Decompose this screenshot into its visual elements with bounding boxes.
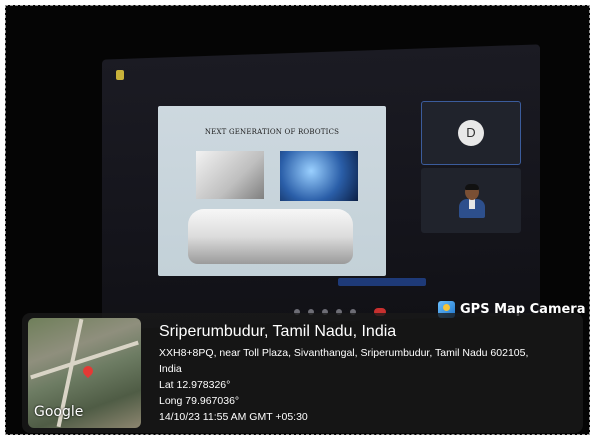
location-title: Sriperumbudur, Tamil Nadu, India <box>159 323 397 340</box>
mini-map: Google <box>28 318 141 428</box>
caption-bar <box>338 278 426 286</box>
meeting-title-bar <box>116 68 516 84</box>
slide-title: NEXT GENERATION OF ROBOTICS <box>204 128 340 136</box>
participant-avatar: D <box>458 120 484 146</box>
address-line-1: XXH8+8PQ, near Toll Plaza, Sivanthangal,… <box>159 347 529 359</box>
participant-video-person <box>459 184 485 218</box>
longitude: Long 79.967036° <box>159 395 240 407</box>
meeting-app-icon <box>116 70 124 80</box>
latitude: Lat 12.978326° <box>159 379 231 391</box>
address-line-2: India <box>159 363 182 375</box>
presentation-slide: NEXT GENERATION OF ROBOTICS <box>158 106 386 276</box>
map-pin-icon <box>80 363 96 379</box>
slide-image-robot-hand <box>196 151 264 199</box>
timestamp: 14/10/23 11:55 AM GMT +05:30 <box>159 411 308 423</box>
map-brand: Google <box>34 404 84 420</box>
participant-tile[interactable]: D <box>421 101 521 165</box>
slide-image-reclining-robot <box>188 209 353 264</box>
slide-image-humanoid-robot <box>280 151 358 201</box>
participant-tile-video[interactable] <box>421 168 521 233</box>
gps-info-panel: Google Sriperumbudur, Tamil Nadu, India … <box>22 313 583 433</box>
